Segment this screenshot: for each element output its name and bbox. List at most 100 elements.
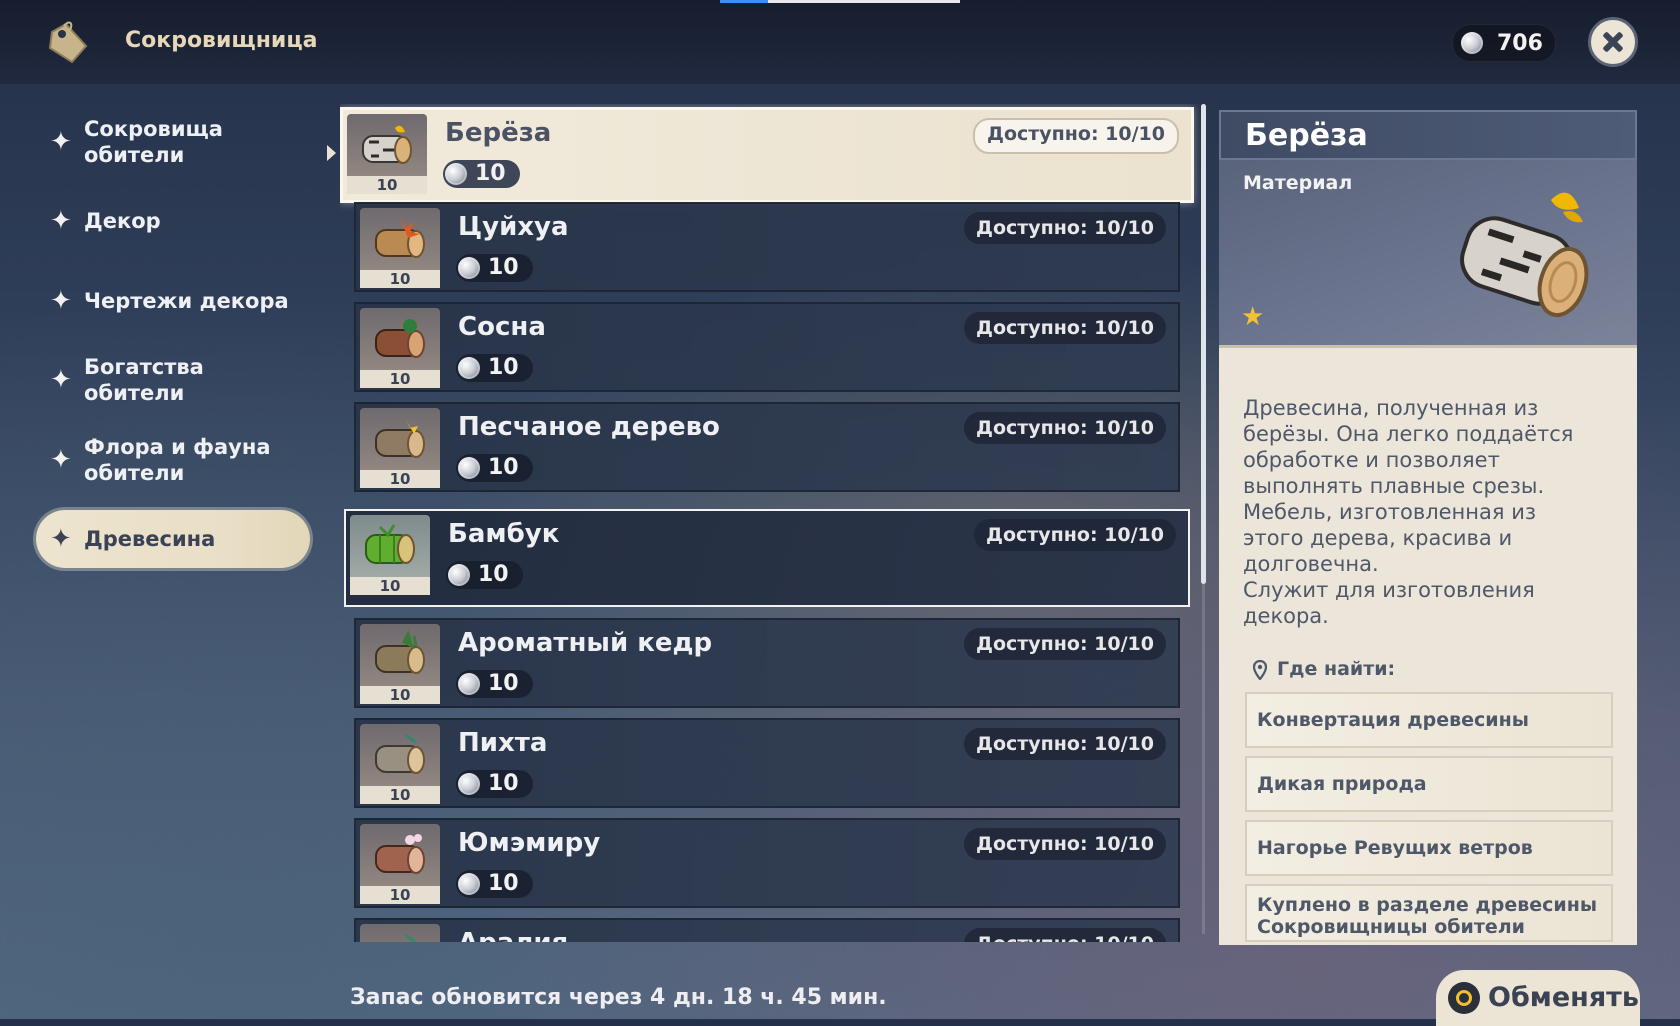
item-name: Ароматный кедр bbox=[458, 628, 713, 658]
item-thumbnail: 10 bbox=[360, 408, 440, 488]
star-icon: ✦ bbox=[50, 524, 72, 554]
item-availability: Доступно: 10/10 bbox=[964, 928, 1166, 942]
item-price: 10 bbox=[456, 254, 533, 282]
item-price: 10 bbox=[456, 454, 533, 482]
confirm-circle-icon bbox=[1448, 982, 1480, 1014]
item-price: 10 bbox=[443, 160, 520, 188]
item-list[interactable]: 10 Берёза Доступно: 10/10 10 10 Цуйхуа Д… bbox=[340, 104, 1200, 942]
sidebar-item-label: Богатства обители bbox=[84, 355, 204, 405]
list-item-sandbearer[interactable]: 10 Песчаное дерево Доступно: 10/10 10 bbox=[354, 402, 1180, 492]
item-price: 10 bbox=[456, 670, 533, 698]
item-thumbnail: 10 bbox=[360, 624, 440, 704]
detail-hero: Материал ★ bbox=[1219, 160, 1637, 348]
list-item-fir[interactable]: 10 Пихта Доступно: 10/10 10 bbox=[354, 718, 1180, 808]
coin-icon bbox=[458, 873, 480, 895]
item-quantity: 10 bbox=[360, 686, 440, 704]
list-item-cuihua[interactable]: 10 Цуйхуа Доступно: 10/10 10 bbox=[354, 202, 1180, 292]
item-price: 10 bbox=[446, 561, 523, 589]
birch-log-icon bbox=[362, 125, 412, 164]
list-item-fragrant-cedar[interactable]: 10 Ароматный кедр Доступно: 10/10 10 bbox=[354, 618, 1180, 708]
item-availability: Доступно: 10/10 bbox=[964, 312, 1166, 344]
item-thumbnail: 10 bbox=[360, 308, 440, 388]
star-icon: ✦ bbox=[50, 365, 72, 395]
sidebar-item-label: Сокровища обители bbox=[84, 117, 223, 167]
restock-timer: Запас обновится через 4 дн. 18 ч. 45 мин… bbox=[350, 985, 887, 1010]
item-availability: Доступно: 10/10 bbox=[964, 628, 1166, 660]
item-thumbnail: 10 bbox=[347, 114, 427, 194]
detail-title: Берёза bbox=[1245, 118, 1368, 153]
item-thumbnail: 10 bbox=[360, 824, 440, 904]
yumemiru-log-icon bbox=[375, 834, 425, 874]
sidebar-item-label: Чертежи декора bbox=[84, 289, 289, 313]
item-detail-panel: Берёза Материал ★ Древесина, полученная … bbox=[1219, 110, 1637, 945]
item-thumbnail: 10 bbox=[350, 515, 430, 595]
location-pin-icon bbox=[1253, 660, 1267, 680]
list-item-bamboo[interactable]: 10 Бамбук Доступно: 10/10 10 bbox=[344, 509, 1190, 607]
item-price: 10 bbox=[456, 354, 533, 382]
star-icon: ✦ bbox=[50, 127, 72, 157]
item-thumbnail: 10 bbox=[360, 724, 440, 804]
coin-icon bbox=[1461, 32, 1483, 54]
item-price: 10 bbox=[456, 870, 533, 898]
star-icon: ✦ bbox=[50, 206, 72, 236]
star-icon: ✦ bbox=[50, 286, 72, 316]
source-item[interactable]: Нагорье Ревущих ветров bbox=[1245, 820, 1613, 876]
close-button[interactable] bbox=[1588, 17, 1638, 67]
scrollbar-thumb[interactable] bbox=[1201, 104, 1206, 584]
item-name: Цуйхуа bbox=[458, 212, 569, 242]
item-quantity: 10 bbox=[350, 577, 430, 595]
item-name: Сосна bbox=[458, 312, 546, 342]
item-name: Бамбук bbox=[448, 519, 560, 549]
sandbearer-log-icon bbox=[375, 420, 425, 458]
coin-icon bbox=[458, 257, 480, 279]
item-name: Юмэмиру bbox=[458, 828, 601, 858]
list-item-aralia[interactable]: 10 Аралия Доступно: 10/10 10 bbox=[354, 918, 1180, 942]
item-quantity: 10 bbox=[360, 370, 440, 388]
top-bar: Сокровищница 706 bbox=[0, 0, 1680, 84]
sidebar-item-label: Декор bbox=[84, 209, 161, 233]
birch-log-large-icon bbox=[1460, 192, 1589, 318]
fir-log-icon bbox=[375, 734, 425, 774]
tab-indicator bbox=[720, 0, 960, 3]
cuihua-log-icon bbox=[375, 218, 425, 258]
shop-tag-icon bbox=[48, 21, 88, 64]
list-item-birch[interactable]: 10 Берёза Доступно: 10/10 10 bbox=[340, 107, 1194, 203]
sidebar-item-wood[interactable]: ✦ Древесина bbox=[36, 510, 310, 568]
star-icon: ✦ bbox=[50, 445, 72, 475]
detail-header: Берёза bbox=[1219, 110, 1637, 160]
source-item[interactable]: Куплено в разделе древесины Сокровищницы… bbox=[1245, 884, 1613, 942]
sidebar-item-treasures[interactable]: ✦ Сокровища обители bbox=[50, 116, 310, 168]
coin-icon bbox=[458, 357, 480, 379]
coin-icon bbox=[458, 457, 480, 479]
item-quantity: 10 bbox=[347, 176, 427, 194]
sidebar-item-flora-fauna[interactable]: ✦ Флора и фауна обители bbox=[50, 434, 310, 486]
list-item-yumemiru[interactable]: 10 Юмэмиру Доступно: 10/10 10 bbox=[354, 818, 1180, 908]
detail-type: Материал bbox=[1243, 172, 1353, 194]
item-quantity: 10 bbox=[360, 786, 440, 804]
item-quantity: 10 bbox=[360, 270, 440, 288]
item-name: Аралия bbox=[458, 928, 568, 942]
sidebar-item-label: Древесина bbox=[84, 527, 216, 551]
source-item[interactable]: Конвертация древесины bbox=[1245, 692, 1613, 748]
list-item-pine[interactable]: 10 Сосна Доступно: 10/10 10 bbox=[354, 302, 1180, 392]
sidebar-item-blueprints[interactable]: ✦ Чертежи декора bbox=[50, 288, 310, 314]
selection-arrow-icon bbox=[327, 145, 336, 161]
sidebar-item-label: Флора и фауна обители bbox=[84, 435, 271, 485]
item-availability: Доступно: 10/10 bbox=[964, 212, 1166, 244]
aralia-log-icon bbox=[404, 934, 417, 942]
item-availability: Доступно: 10/10 bbox=[964, 412, 1166, 444]
source-item[interactable]: Дикая природа bbox=[1245, 756, 1613, 812]
where-to-find-label: Где найти: bbox=[1277, 658, 1396, 680]
item-availability: Доступно: 10/10 bbox=[973, 118, 1179, 154]
shop-title: Сокровищница bbox=[125, 28, 318, 53]
exchange-button[interactable]: Обменять bbox=[1436, 970, 1640, 1026]
sidebar-item-decor[interactable]: ✦ Декор bbox=[50, 208, 310, 234]
item-thumbnail: 10 bbox=[360, 924, 440, 942]
item-availability: Доступно: 10/10 bbox=[964, 828, 1166, 860]
currency-display: 706 bbox=[1452, 24, 1556, 62]
item-name: Пихта bbox=[458, 728, 548, 758]
item-quantity: 10 bbox=[360, 470, 440, 488]
coin-icon bbox=[448, 564, 470, 586]
item-price: 10 bbox=[456, 770, 533, 798]
sidebar-item-riches[interactable]: ✦ Богатства обители bbox=[50, 354, 310, 406]
